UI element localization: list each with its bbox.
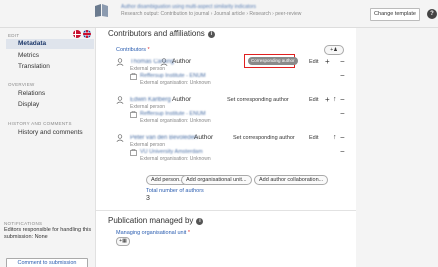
edit-author-link[interactable]: Edit <box>309 59 318 65</box>
managing-unit-text: Managing organisational unit <box>116 230 187 236</box>
document-icon <box>95 4 108 17</box>
author-role: Author <box>172 58 192 65</box>
research-output-type: Research output: Contribution to journal… <box>121 11 302 17</box>
header-bar: Author disambiguation using multi-aspect… <box>0 0 438 28</box>
contributors-title-text: Contributors and affiliations <box>108 29 205 38</box>
author-role: Author <box>194 134 214 141</box>
organisation-icon <box>130 73 137 80</box>
question-icon[interactable]: ? <box>427 9 437 19</box>
author-type: External person <box>130 66 166 72</box>
remove-organisation-icon[interactable]: − <box>340 72 345 80</box>
add-person-icon[interactable]: +♟ <box>324 45 344 55</box>
move-up-icon[interactable]: ↑ <box>333 96 337 104</box>
remove-organisation-icon[interactable]: − <box>340 110 345 118</box>
comment-to-submission-button[interactable]: Comment to submission <box>6 258 88 267</box>
person-icon <box>116 96 124 104</box>
person-icon <box>116 134 124 142</box>
language-switcher <box>73 30 93 38</box>
change-template-button[interactable]: Change template <box>370 8 420 21</box>
remove-author-icon[interactable]: − <box>340 96 345 104</box>
sidebar-item-translation[interactable]: Translation <box>6 62 94 72</box>
organisation-type: External organisation: Unknown <box>140 156 211 162</box>
set-corresponding-author-link[interactable]: Set corresponding author <box>233 135 295 141</box>
author-role: Author <box>172 96 192 103</box>
add-organisational-unit-button[interactable]: Add organisational unit... <box>181 175 252 185</box>
sidebar-item-history[interactable]: History and comments <box>6 128 94 138</box>
sidebar-item-metadata[interactable]: Metadata <box>6 39 94 49</box>
sidebar-item-relations[interactable]: Relations <box>6 89 94 99</box>
author-type: External person <box>130 142 166 148</box>
required-marker: * <box>147 47 150 53</box>
info-icon[interactable]: i <box>196 218 204 225</box>
notifications-heading: NOTIFICATIONS <box>4 221 43 226</box>
author-organisation[interactable]: VU University Amsterdam <box>140 149 203 155</box>
danish-flag-icon[interactable] <box>73 30 81 38</box>
remove-author-icon[interactable]: − <box>340 134 345 142</box>
add-author-collaboration-button[interactable]: Add author collaboration... <box>254 175 329 185</box>
add-author-icon[interactable]: + <box>325 58 330 66</box>
managing-unit-label: Managing organisational unit * <box>116 230 190 236</box>
research-output-title: Author disambiguation using multi-aspect… <box>121 4 257 10</box>
set-corresponding-author-link[interactable]: Set corresponding author <box>227 97 289 103</box>
add-author-icon[interactable]: + <box>325 96 330 104</box>
sidebar-item-display[interactable]: Display <box>6 100 94 110</box>
contributors-section-title: Contributors and affiliations i <box>108 29 215 38</box>
corresponding-author-badge: Corresponding author <box>248 57 298 65</box>
author-organisation[interactable]: Reffersup Institute - ENUM <box>140 73 206 79</box>
organisation-type: External organisation: Unknown <box>140 118 211 124</box>
sidebar-section-edit: EDIT <box>8 33 20 38</box>
person-icon <box>116 58 124 66</box>
author-name[interactable]: Thomas Carsing <box>130 59 174 65</box>
edit-author-link[interactable]: Edit <box>309 97 318 103</box>
contributors-label: Contributors * <box>116 47 150 53</box>
sidebar-section-history: HISTORY AND COMMENTS <box>8 121 72 126</box>
sidebar-item-metrics[interactable]: Metrics <box>6 51 94 61</box>
organisation-type: External organisation: Unknown <box>140 80 211 86</box>
english-flag-icon[interactable] <box>83 30 91 38</box>
add-org-icon[interactable]: +▦ <box>116 237 130 246</box>
publication-title-text: Publication managed by <box>108 216 194 225</box>
right-gutter <box>356 28 438 267</box>
author-name[interactable]: Peter van den Bevoleden <box>130 135 197 141</box>
remove-author-icon[interactable]: − <box>340 58 345 66</box>
organisation-icon <box>130 111 137 118</box>
sidebar-section-overview: OVERVIEW <box>8 82 35 87</box>
author-name[interactable]: Edwin Karlberg <box>130 97 171 103</box>
author-organisation[interactable]: Reffersup Institute - ENUM <box>140 111 206 117</box>
info-icon[interactable]: i <box>207 31 215 38</box>
section-divider <box>96 210 356 211</box>
organisation-icon <box>130 149 137 156</box>
edit-author-link[interactable]: Edit <box>309 135 318 141</box>
move-up-icon[interactable]: ↑ <box>333 134 337 142</box>
author-type: External person <box>130 104 166 110</box>
publication-section-title: Publication managed by i <box>108 216 204 225</box>
total-authors-value: 3 <box>146 195 150 202</box>
editor-page: Author disambiguation using multi-aspect… <box>0 0 438 267</box>
remove-organisation-icon[interactable]: − <box>340 148 345 156</box>
required-marker: * <box>187 230 190 236</box>
notifications-text: Editors responsible for handling this su… <box>4 227 92 240</box>
contributors-label-text: Contributors <box>116 47 146 53</box>
total-authors-label: Total number of authors <box>146 188 204 194</box>
